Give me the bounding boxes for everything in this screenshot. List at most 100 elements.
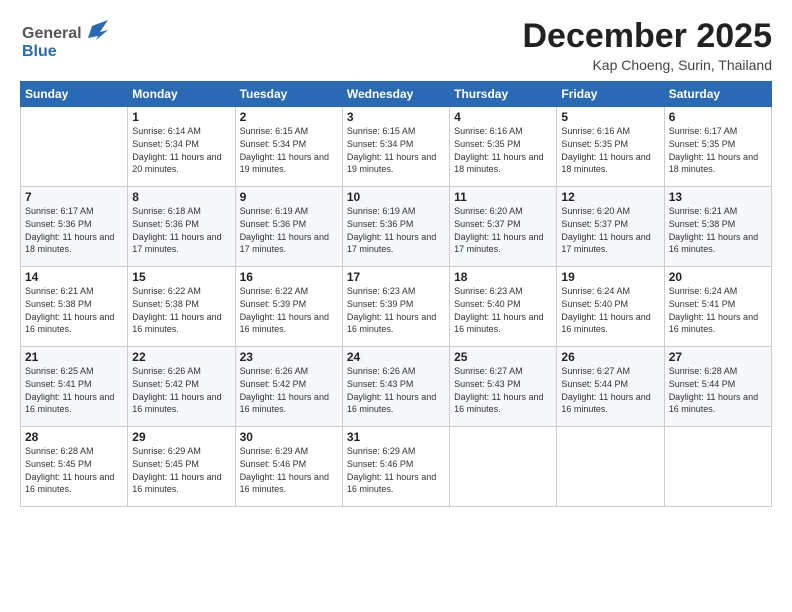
page: General Blue December 2025 Kap Choeng, S… <box>0 0 792 612</box>
calendar-cell: 6 Sunrise: 6:17 AMSunset: 5:35 PMDaylight… <box>664 107 771 187</box>
sunrise-text: Sunrise: 6:22 AMSunset: 5:38 PMDaylight:… <box>132 286 221 334</box>
sunrise-text: Sunrise: 6:28 AMSunset: 5:45 PMDaylight:… <box>25 446 114 494</box>
day-number: 5 <box>561 110 659 124</box>
day-number: 27 <box>669 350 767 364</box>
svg-text:General: General <box>22 25 82 42</box>
col-friday: Friday <box>557 82 664 107</box>
day-number: 26 <box>561 350 659 364</box>
calendar-cell: 2 Sunrise: 6:15 AMSunset: 5:34 PMDaylight… <box>235 107 342 187</box>
calendar-cell: 9 Sunrise: 6:19 AMSunset: 5:36 PMDaylight… <box>235 187 342 267</box>
sunrise-text: Sunrise: 6:29 AMSunset: 5:45 PMDaylight:… <box>132 446 221 494</box>
day-number: 2 <box>240 110 338 124</box>
calendar-cell: 11 Sunrise: 6:20 AMSunset: 5:37 PMDayligh… <box>450 187 557 267</box>
calendar-cell: 7 Sunrise: 6:17 AMSunset: 5:36 PMDaylight… <box>21 187 128 267</box>
calendar-week-4: 28Sunrise: 6:28 AMSunset: 5:45 PMDayligh… <box>21 427 772 507</box>
col-thursday: Thursday <box>450 82 557 107</box>
location: Kap Choeng, Surin, Thailand <box>522 57 772 73</box>
day-number: 29 <box>132 430 230 444</box>
calendar-cell: 14Sunrise: 6:21 AMSunset: 5:38 PMDayligh… <box>21 267 128 347</box>
calendar-cell: 1 Sunrise: 6:14 AMSunset: 5:34 PMDaylight… <box>128 107 235 187</box>
calendar-cell: 24Sunrise: 6:26 AMSunset: 5:43 PMDayligh… <box>342 347 449 427</box>
sunrise-text: Sunrise: 6:23 AMSunset: 5:40 PMDaylight:… <box>454 286 543 334</box>
calendar-cell: 5 Sunrise: 6:16 AMSunset: 5:35 PMDaylight… <box>557 107 664 187</box>
sunrise-text: Sunrise: 6:15 AMSunset: 5:34 PMDaylight:… <box>240 126 329 174</box>
calendar-cell: 30 Sunrise: 6:29 AMSunset: 5:46 PMDayligh… <box>235 427 342 507</box>
calendar-cell: 17 Sunrise: 6:23 AMSunset: 5:39 PMDayligh… <box>342 267 449 347</box>
calendar-cell: 23 Sunrise: 6:26 AMSunset: 5:42 PMDayligh… <box>235 347 342 427</box>
svg-text:Blue: Blue <box>22 43 57 60</box>
sunrise-text: Sunrise: 6:26 AMSunset: 5:43 PMDaylight:… <box>347 366 436 414</box>
sunrise-text: Sunrise: 6:19 AMSunset: 5:36 PMDaylight:… <box>240 206 329 254</box>
calendar-cell: 4 Sunrise: 6:16 AMSunset: 5:35 PMDaylight… <box>450 107 557 187</box>
sunrise-text: Sunrise: 6:15 AMSunset: 5:34 PMDaylight:… <box>347 126 436 174</box>
sunrise-text: Sunrise: 6:21 AMSunset: 5:38 PMDaylight:… <box>25 286 114 334</box>
calendar: Sunday Monday Tuesday Wednesday Thursday… <box>20 81 772 507</box>
sunrise-text: Sunrise: 6:28 AMSunset: 5:44 PMDaylight:… <box>669 366 758 414</box>
calendar-cell: 3 Sunrise: 6:15 AMSunset: 5:34 PMDaylight… <box>342 107 449 187</box>
day-number: 15 <box>132 270 230 284</box>
day-number: 6 <box>669 110 767 124</box>
day-number: 16 <box>240 270 338 284</box>
day-number: 19 <box>561 270 659 284</box>
sunrise-text: Sunrise: 6:16 AMSunset: 5:35 PMDaylight:… <box>561 126 650 174</box>
calendar-cell: 13Sunrise: 6:21 AMSunset: 5:38 PMDayligh… <box>664 187 771 267</box>
sunrise-text: Sunrise: 6:26 AMSunset: 5:42 PMDaylight:… <box>240 366 329 414</box>
day-number: 1 <box>132 110 230 124</box>
sunrise-text: Sunrise: 6:20 AMSunset: 5:37 PMDaylight:… <box>454 206 543 254</box>
sunrise-text: Sunrise: 6:25 AMSunset: 5:41 PMDaylight:… <box>25 366 114 414</box>
day-number: 13 <box>669 190 767 204</box>
header: General Blue December 2025 Kap Choeng, S… <box>20 18 772 73</box>
sunrise-text: Sunrise: 6:14 AMSunset: 5:34 PMDaylight:… <box>132 126 221 174</box>
col-saturday: Saturday <box>664 82 771 107</box>
day-number: 10 <box>347 190 445 204</box>
day-number: 11 <box>454 190 552 204</box>
sunrise-text: Sunrise: 6:27 AMSunset: 5:44 PMDaylight:… <box>561 366 650 414</box>
calendar-cell: 18 Sunrise: 6:23 AMSunset: 5:40 PMDayligh… <box>450 267 557 347</box>
day-number: 25 <box>454 350 552 364</box>
calendar-cell: 16 Sunrise: 6:22 AMSunset: 5:39 PMDayligh… <box>235 267 342 347</box>
calendar-cell: 26 Sunrise: 6:27 AMSunset: 5:44 PMDayligh… <box>557 347 664 427</box>
sunrise-text: Sunrise: 6:16 AMSunset: 5:35 PMDaylight:… <box>454 126 543 174</box>
day-number: 22 <box>132 350 230 364</box>
sunrise-text: Sunrise: 6:24 AMSunset: 5:41 PMDaylight:… <box>669 286 758 334</box>
sunrise-text: Sunrise: 6:17 AMSunset: 5:36 PMDaylight:… <box>25 206 114 254</box>
calendar-cell: 27 Sunrise: 6:28 AMSunset: 5:44 PMDayligh… <box>664 347 771 427</box>
calendar-week-2: 14Sunrise: 6:21 AMSunset: 5:38 PMDayligh… <box>21 267 772 347</box>
day-number: 17 <box>347 270 445 284</box>
sunrise-text: Sunrise: 6:29 AMSunset: 5:46 PMDaylight:… <box>240 446 329 494</box>
day-number: 30 <box>240 430 338 444</box>
day-number: 3 <box>347 110 445 124</box>
day-number: 4 <box>454 110 552 124</box>
col-wednesday: Wednesday <box>342 82 449 107</box>
day-number: 18 <box>454 270 552 284</box>
calendar-cell: 29 Sunrise: 6:29 AMSunset: 5:45 PMDayligh… <box>128 427 235 507</box>
calendar-cell: 21 Sunrise: 6:25 AMSunset: 5:41 PMDayligh… <box>21 347 128 427</box>
sunrise-text: Sunrise: 6:29 AMSunset: 5:46 PMDaylight:… <box>347 446 436 494</box>
day-number: 21 <box>25 350 123 364</box>
day-number: 23 <box>240 350 338 364</box>
calendar-cell: 31 Sunrise: 6:29 AMSunset: 5:46 PMDayligh… <box>342 427 449 507</box>
title-block: December 2025 Kap Choeng, Surin, Thailan… <box>522 18 772 73</box>
sunrise-text: Sunrise: 6:22 AMSunset: 5:39 PMDaylight:… <box>240 286 329 334</box>
calendar-cell: 12Sunrise: 6:20 AMSunset: 5:37 PMDayligh… <box>557 187 664 267</box>
calendar-cell <box>21 107 128 187</box>
col-monday: Monday <box>128 82 235 107</box>
sunrise-text: Sunrise: 6:17 AMSunset: 5:35 PMDaylight:… <box>669 126 758 174</box>
col-tuesday: Tuesday <box>235 82 342 107</box>
calendar-cell <box>664 427 771 507</box>
sunrise-text: Sunrise: 6:27 AMSunset: 5:43 PMDaylight:… <box>454 366 543 414</box>
col-sunday: Sunday <box>21 82 128 107</box>
calendar-cell: 20Sunrise: 6:24 AMSunset: 5:41 PMDayligh… <box>664 267 771 347</box>
logo: General Blue <box>20 18 110 63</box>
sunrise-text: Sunrise: 6:23 AMSunset: 5:39 PMDaylight:… <box>347 286 436 334</box>
day-number: 7 <box>25 190 123 204</box>
sunrise-text: Sunrise: 6:26 AMSunset: 5:42 PMDaylight:… <box>132 366 221 414</box>
day-number: 9 <box>240 190 338 204</box>
calendar-cell: 15 Sunrise: 6:22 AMSunset: 5:38 PMDayligh… <box>128 267 235 347</box>
day-number: 31 <box>347 430 445 444</box>
calendar-week-1: 7 Sunrise: 6:17 AMSunset: 5:36 PMDaylight… <box>21 187 772 267</box>
calendar-cell: 19Sunrise: 6:24 AMSunset: 5:40 PMDayligh… <box>557 267 664 347</box>
calendar-cell: 8Sunrise: 6:18 AMSunset: 5:36 PMDaylight… <box>128 187 235 267</box>
calendar-header-row: Sunday Monday Tuesday Wednesday Thursday… <box>21 82 772 107</box>
calendar-week-3: 21 Sunrise: 6:25 AMSunset: 5:41 PMDayligh… <box>21 347 772 427</box>
